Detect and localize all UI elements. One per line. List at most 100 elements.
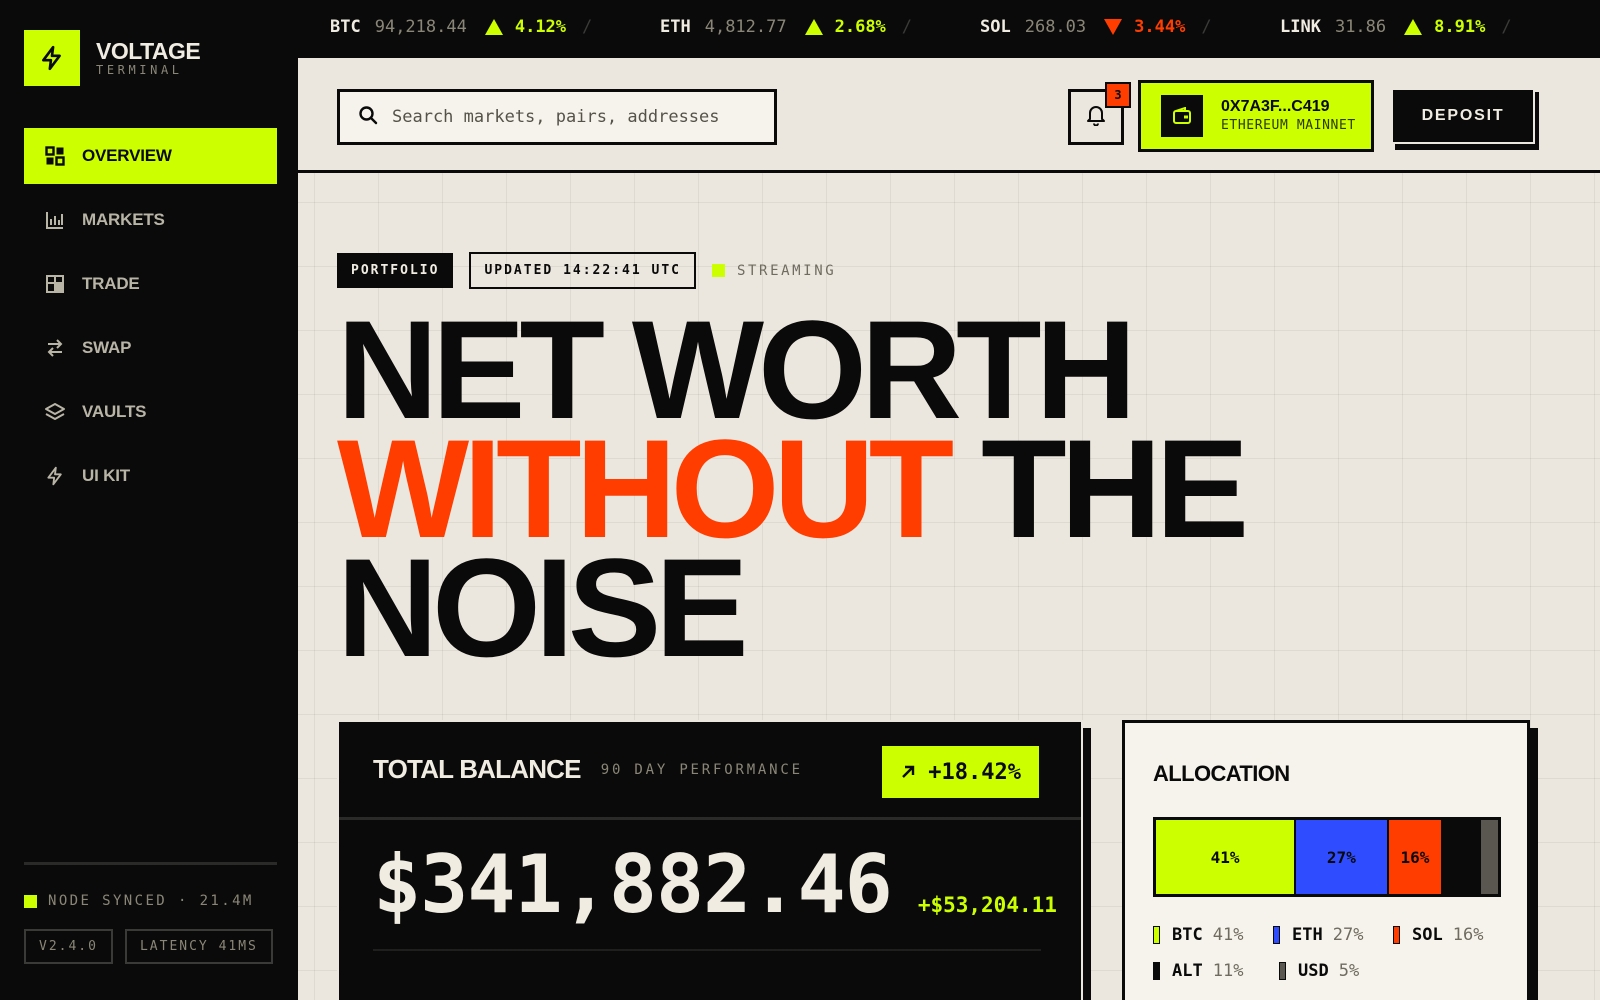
balance-value: $341,882.46 (373, 838, 893, 931)
sidebar-item-overview[interactable]: OVERVIEW (24, 128, 277, 184)
legend-name: ETH (1292, 925, 1323, 945)
ticker-change: 8.91% (1434, 17, 1486, 37)
grid-icon (44, 145, 66, 167)
arrow-up-right-icon (902, 765, 915, 778)
legend-item-eth: ETH 27% (1273, 925, 1393, 945)
status-dot (712, 264, 725, 277)
balance-title: TOTAL BALANCE (373, 754, 582, 784)
page-title: NET WORTH WITHOUT THE NOISE (337, 300, 1249, 678)
ticker-price: 268.03 (1024, 17, 1087, 37)
legend-name: SOL (1412, 925, 1443, 945)
ticker-change: 3.44% (1134, 17, 1186, 37)
performance-value: +18.42% (928, 759, 1021, 785)
legend-percent: 5% (1338, 961, 1360, 981)
allocation-card: ALLOCATION 41% 27% 16% BTC 41% ETH 27% SOL 16% A… (1122, 720, 1540, 1000)
legend-swatch (1393, 926, 1400, 944)
arrow-up-icon (804, 19, 823, 35)
streaming-indicator: STREAMING (712, 263, 836, 279)
balance-delta: +$53,204.11 (917, 893, 1057, 917)
bolt-icon (24, 30, 80, 86)
sidebar-item-label: SWAP (82, 338, 132, 357)
streaming-label: STREAMING (737, 262, 837, 279)
ticker-item-btc[interactable]: BTC 94,218.44 4.12% / (330, 17, 592, 37)
notification-count-badge: 3 (1105, 82, 1131, 108)
brand-name: VOLTAGE (96, 38, 201, 64)
swap-arrows-icon (44, 337, 66, 359)
ticker-separator: / (1201, 17, 1212, 37)
deposit-button[interactable]: DEPOSIT (1391, 88, 1535, 144)
legend-percent: 16% (1452, 925, 1484, 945)
search-box[interactable] (337, 89, 777, 145)
ticker-separator: / (1501, 17, 1512, 37)
legend-name: USD (1298, 961, 1329, 981)
ticker-symbol: LINK (1280, 17, 1321, 37)
ticker-symbol: ETH (660, 17, 691, 37)
sidebar-item-label: UI KIT (82, 466, 130, 485)
arrow-down-icon (1104, 19, 1123, 35)
legend-swatch (1273, 926, 1280, 944)
allocation-segment-btc[interactable]: 41% (1156, 820, 1297, 894)
balance-subtitle: 90 DAY PERFORMANCE (600, 761, 803, 778)
legend-item-btc: BTC 41% (1153, 925, 1273, 945)
legend-name: BTC (1172, 925, 1203, 945)
sidebar-item-markets[interactable]: MARKETS (24, 192, 277, 248)
allocation-segment-usd[interactable] (1480, 820, 1498, 894)
notifications-button[interactable]: 3 (1068, 82, 1131, 145)
layout-icon (44, 273, 66, 295)
sidebar-item-label: TRADE (82, 274, 140, 293)
allocation-segment-sol[interactable]: 16% (1388, 820, 1444, 894)
sidebar-item-label: MARKETS (82, 210, 165, 229)
legend-item-usd: USD 5% (1279, 961, 1405, 981)
sidebar-item-label: OVERVIEW (82, 146, 172, 165)
divider (373, 949, 1041, 951)
allocation-segment-alt[interactable] (1443, 820, 1481, 894)
legend-percent: 11% (1212, 961, 1244, 981)
sidebar: VOLTAGE TERMINAL OVERVIEW MARKETS TRADE (0, 0, 298, 1000)
arrow-up-icon (1404, 19, 1423, 35)
status-tags: PORTFOLIO UPDATED 14:22:41 UTC STREAMING (337, 252, 836, 289)
search-icon (358, 105, 378, 130)
ticker-change: 2.68% (834, 17, 886, 37)
sidebar-footer: NODE SYNCED · 21.4M V2.4.0 LATENCY 41MS (24, 862, 277, 964)
legend-swatch (1153, 962, 1160, 980)
node-status-text: NODE SYNCED · 21.4M (48, 893, 254, 909)
wallet-network: ETHEREUM MAINNET (1221, 118, 1356, 133)
layers-icon (44, 401, 66, 423)
allocation-legend: BTC 41% ETH 27% SOL 16% ALT 11% USD 5% (1153, 925, 1513, 997)
sidebar-item-trade[interactable]: TRADE (24, 256, 277, 312)
performance-badge: +18.42% (882, 746, 1039, 798)
sidebar-item-swap[interactable]: SWAP (24, 320, 277, 376)
ticker-item-sol[interactable]: SOL 268.03 3.44% / (980, 17, 1212, 37)
sidebar-nav: OVERVIEW MARKETS TRADE SWAP VAULTS UI KI… (24, 128, 277, 512)
brand-logo[interactable]: VOLTAGE TERMINAL (24, 30, 201, 86)
ticker-price: 4,812.77 (704, 17, 787, 37)
legend-percent: 27% (1332, 925, 1364, 945)
arrow-up-icon (484, 19, 503, 35)
sidebar-item-ui-kit[interactable]: UI KIT (24, 448, 277, 504)
bar-chart-icon (44, 209, 66, 231)
ticker-item-eth[interactable]: ETH 4,812.77 2.68% / (660, 17, 912, 37)
legend-swatch (1279, 962, 1286, 980)
total-balance-card: TOTAL BALANCE 90 DAY PERFORMANCE +18.42%… (337, 720, 1093, 1000)
allocation-bar: 41% 27% 16% (1153, 817, 1501, 897)
status-dot (24, 894, 37, 908)
headline-line-3: NOISE (337, 529, 749, 686)
search-input[interactable] (392, 107, 752, 127)
legend-percent: 41% (1212, 925, 1244, 945)
legend-item-alt: ALT 11% (1153, 961, 1279, 981)
bell-icon (1086, 104, 1106, 131)
ticker-price: 31.86 (1334, 17, 1387, 37)
latency-badge: LATENCY 41MS (124, 929, 273, 964)
updated-timestamp: UPDATED 14:22:41 UTC (469, 252, 696, 289)
version-badge: V2.4.0 (24, 929, 113, 964)
section-tag: PORTFOLIO (337, 253, 454, 288)
wallet-button[interactable]: 0X7A3F...C419 ETHEREUM MAINNET (1138, 80, 1374, 152)
headline-line-2: THE (981, 410, 1249, 567)
brand-subtitle: TERMINAL (96, 63, 183, 77)
node-status: NODE SYNCED · 21.4M (24, 893, 277, 909)
sidebar-item-vaults[interactable]: VAULTS (24, 384, 277, 440)
legend-swatch (1153, 926, 1160, 944)
top-bar: 3 0X7A3F...C419 ETHEREUM MAINNET DEPOSIT (298, 58, 1600, 173)
ticker-item-link[interactable]: LINK 31.86 8.91% / (1280, 17, 1512, 37)
allocation-segment-eth[interactable]: 27% (1296, 820, 1389, 894)
